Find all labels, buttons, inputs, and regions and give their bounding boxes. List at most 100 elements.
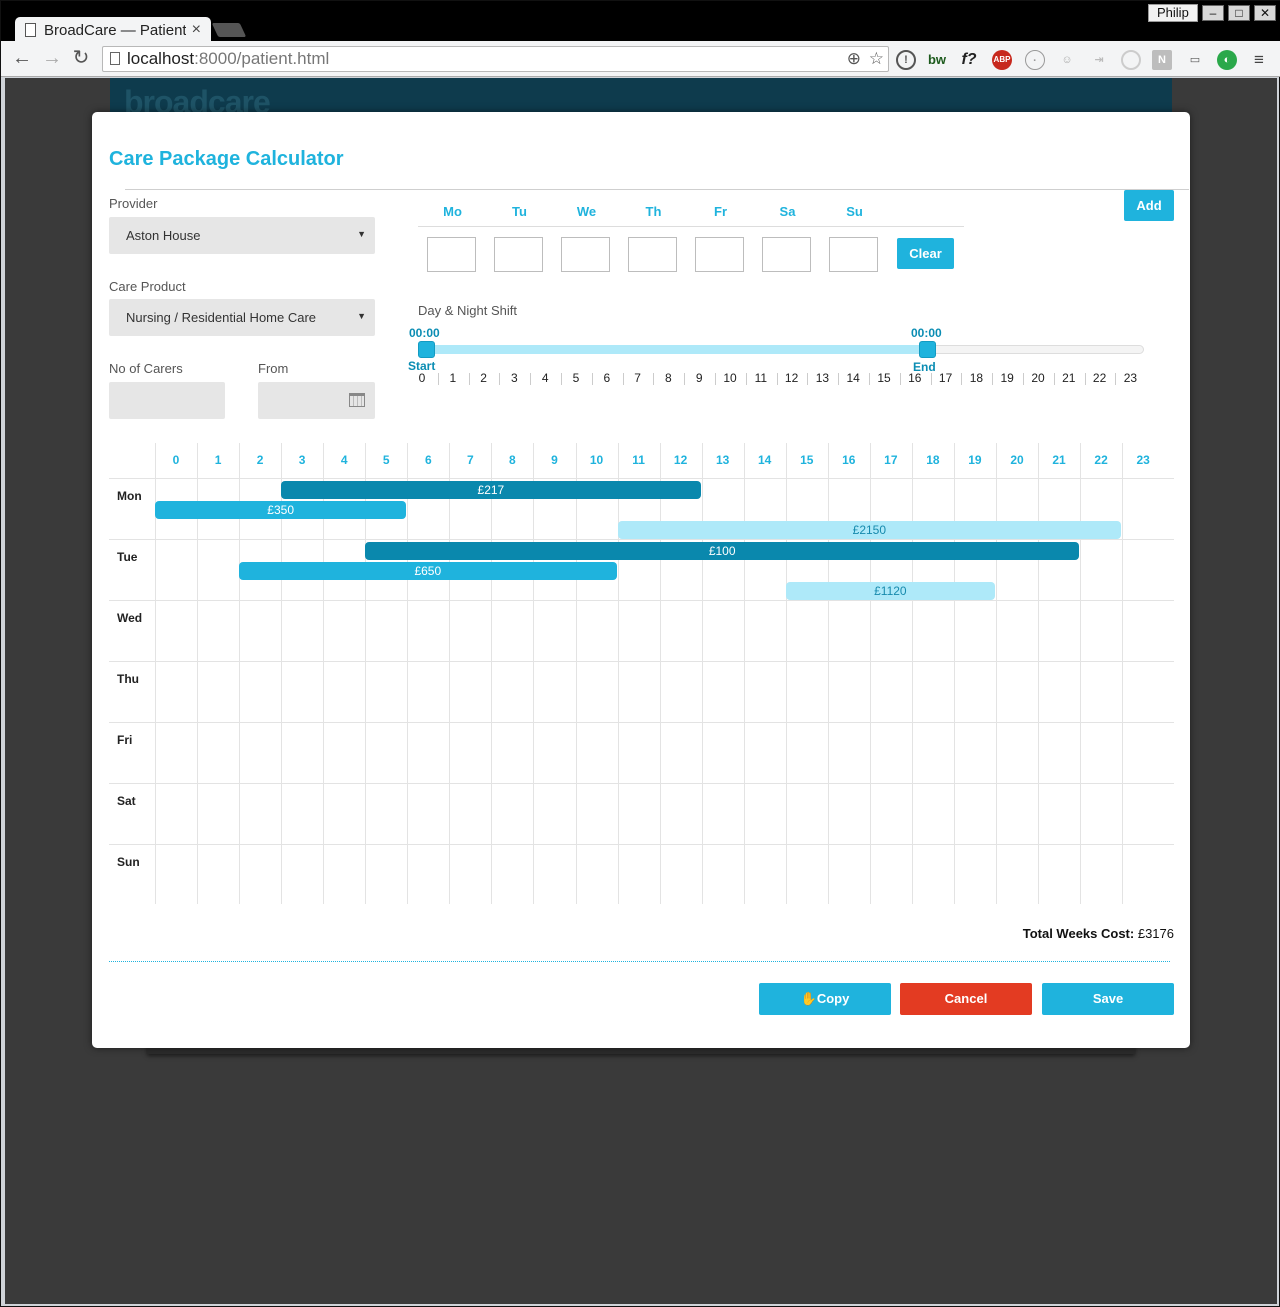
browser-tab[interactable]: BroadCare — Patient ×: [15, 17, 211, 43]
tab-close-icon[interactable]: ×: [192, 21, 201, 39]
from-date-input[interactable]: [258, 382, 375, 419]
booking-bar[interactable]: £350: [155, 501, 407, 519]
hour-header: 4: [340, 453, 348, 467]
ghost-extension-icon[interactable]: ☺: [1057, 50, 1077, 70]
footer-divider: [109, 961, 1170, 962]
grid-row-line: [109, 600, 1174, 601]
sync-extension-icon[interactable]: [1121, 50, 1141, 70]
hour-header: 23: [1136, 453, 1150, 467]
provider-select[interactable]: Aston House ▼: [109, 217, 375, 254]
booking-bar[interactable]: £1120: [785, 582, 995, 600]
calendar-icon[interactable]: [349, 393, 365, 407]
clear-button[interactable]: Clear: [897, 238, 954, 269]
weekday-input-sa[interactable]: [762, 237, 811, 272]
slider-tick-mark: [930, 373, 932, 385]
booking-bar[interactable]: £650: [239, 562, 617, 580]
care-product-value: Nursing / Residential Home Care: [126, 310, 317, 325]
cast-icon[interactable]: ▭: [1185, 50, 1205, 70]
hour-header: 16: [842, 453, 856, 467]
add-button[interactable]: Add: [1124, 190, 1174, 221]
end-handle[interactable]: [919, 341, 936, 358]
slider-tick-label: 0: [418, 371, 426, 385]
weekday-input-fr[interactable]: [695, 237, 744, 272]
d-extension-icon[interactable]: ◐: [1217, 50, 1237, 70]
script-extension-icon[interactable]: ·: [1025, 50, 1045, 70]
slider-tick-label: 12: [784, 371, 799, 385]
zoom-icon[interactable]: ⊕: [847, 47, 861, 71]
day-row-label: Wed: [117, 611, 143, 625]
start-handle[interactable]: [418, 341, 435, 358]
hour-header: 11: [632, 453, 645, 467]
start-time: 00:00: [409, 326, 440, 340]
modal-title: Care Package Calculator: [109, 148, 344, 170]
reload-icon[interactable]: ↻: [70, 47, 92, 69]
weekday-input-tu[interactable]: [494, 237, 543, 272]
grid-column-line: [1080, 443, 1082, 904]
menu-icon[interactable]: ≡: [1249, 50, 1269, 70]
back-icon[interactable]: ←: [11, 47, 33, 69]
weekday-label: Sa: [779, 204, 796, 219]
slider-tick-label: 16: [908, 371, 922, 385]
slider-tick-label: 19: [1000, 371, 1014, 385]
booking-bar[interactable]: £217: [281, 481, 701, 499]
weekday-input-su[interactable]: [829, 237, 878, 272]
weekday-label: Th: [645, 204, 662, 219]
grid-column-line: [1038, 443, 1040, 904]
slider-tick-label: 14: [846, 371, 860, 385]
hour-header: 17: [884, 453, 898, 467]
shift-hour-ticks: 0 1 2 3 4 5 6 7 8 9 10 11 12 13 14 15 16 17 18 19 20 21 22 23: [416, 365, 1156, 387]
care-product-label: Care Product: [109, 279, 186, 294]
booking-bar[interactable]: £100: [365, 542, 1080, 560]
hour-header: 0: [172, 453, 180, 467]
slider-tick-label: 17: [938, 371, 953, 385]
slider-tick-mark: [1053, 373, 1055, 385]
formula-extension-icon[interactable]: f?: [959, 50, 979, 70]
bw-extension-icon[interactable]: bw: [927, 50, 947, 70]
slider-tick-label: 22: [1092, 371, 1107, 385]
weekday-input-th[interactable]: [628, 237, 677, 272]
new-tab-button[interactable]: [211, 23, 247, 37]
info-extension-icon[interactable]: !: [896, 50, 916, 70]
cancel-button[interactable]: Cancel: [900, 983, 1032, 1015]
profile-button[interactable]: Philip: [1148, 4, 1198, 22]
hour-header: 10: [589, 453, 604, 467]
weekly-schedule-grid: 0 1 2 3 4 5 6 7 8 9 10 11 12 13 14 15 16 17 18 19 20 21 22 23 Mo…: [109, 443, 1174, 904]
booking-bar[interactable]: £2150: [617, 521, 1122, 539]
n-extension-icon[interactable]: N: [1152, 50, 1172, 70]
day-row-label: Thu: [117, 672, 139, 686]
weekday-input-we[interactable]: [561, 237, 610, 272]
no-of-carers-input[interactable]: [109, 382, 225, 419]
forward-icon[interactable]: →: [41, 47, 63, 69]
grid-row-line: [109, 722, 1174, 723]
url-host: localhost: [127, 49, 195, 68]
save-button[interactable]: Save: [1042, 983, 1174, 1015]
hour-header: 3: [298, 453, 306, 467]
copy-button[interactable]: ✋Copy: [759, 983, 891, 1015]
care-product-select[interactable]: Nursing / Residential Home Care ▼: [109, 299, 375, 336]
slider-tick-label: 20: [1031, 371, 1045, 385]
browser-toolbar: ← → ↻ localhost:8000/patient.html ⊕ ☆ ! …: [1, 41, 1280, 77]
slider-tick-label: 21: [1062, 371, 1076, 385]
slider-tick-mark: [591, 373, 593, 385]
redirect-extension-icon[interactable]: ⇥: [1089, 50, 1109, 70]
weekday-input-mo[interactable]: [427, 237, 476, 272]
slider-tick-label: 18: [969, 371, 984, 385]
minimize-icon[interactable]: –: [1202, 5, 1224, 21]
slider-tick-mark: [1115, 373, 1117, 385]
address-bar[interactable]: localhost:8000/patient.html ⊕ ☆: [102, 46, 889, 72]
shift-slider-range: [426, 345, 928, 354]
adblock-icon[interactable]: ABP: [992, 50, 1012, 70]
maximize-icon[interactable]: □: [1228, 5, 1250, 21]
close-window-icon[interactable]: ✕: [1254, 5, 1276, 21]
grid-column-line: [617, 443, 619, 904]
title-divider: [125, 189, 1189, 190]
bookmark-star-icon[interactable]: ☆: [869, 47, 884, 71]
page-viewport: broadcare Care Package Calculator Provid…: [5, 78, 1277, 1304]
slider-tick-mark: [561, 373, 562, 385]
weekday-label: We: [576, 204, 597, 219]
slider-tick-label: 2: [480, 371, 487, 385]
slider-tick-mark: [530, 373, 532, 385]
slider-tick-mark: [899, 373, 901, 385]
weekday-header: Mo Tu We Th Fr Sa Su: [418, 197, 964, 227]
url-path: :8000/patient.html: [194, 49, 330, 68]
